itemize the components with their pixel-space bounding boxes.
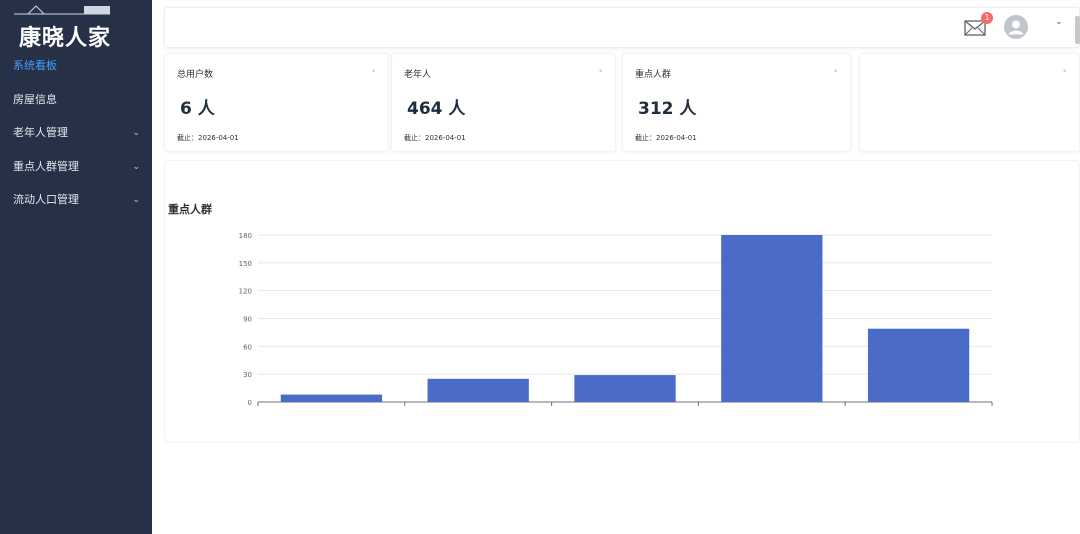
bar-chart: 0 30 60 90 120 150 180: [239, 232, 993, 407]
bar: [574, 375, 676, 402]
stat-value: 312 人: [638, 99, 697, 119]
notification-badge: 1: [981, 12, 993, 24]
sidebar-item-3[interactable]: 重点人群管理 ⌄: [0, 153, 152, 187]
sidebar-item-0[interactable]: 系统看板: [0, 52, 152, 86]
y-tick-label: 180: [239, 232, 252, 240]
logo-bridge-icon: [14, 5, 110, 15]
chevron-down-icon: ⌄: [132, 161, 140, 172]
card-menu-icon: •: [833, 67, 838, 76]
chevron-down-icon: ⌄: [132, 128, 140, 138]
bar: [280, 394, 383, 402]
user-avatar-icon[interactable]: [1004, 15, 1028, 39]
stat-date: 截止：2026-04-01: [404, 134, 466, 142]
bar: [427, 378, 529, 402]
stat-card: 重点人群 312 人截止：2026-04-01 •: [622, 53, 851, 152]
card-menu-icon: •: [371, 67, 376, 76]
scrollbar[interactable]: [1075, 16, 1080, 44]
chart-title: 重点人群: [168, 203, 212, 216]
logo: 康晓人家: [0, 0, 152, 56]
card-menu-icon: •: [598, 67, 603, 76]
stat-value: 464 人: [407, 99, 466, 119]
y-tick-label: 90: [243, 316, 252, 324]
y-tick-label: 30: [243, 371, 252, 379]
y-tick-label: 60: [243, 343, 252, 351]
sidebar-item-4[interactable]: 流动人口管理 ⌄: [0, 186, 152, 220]
app-root: 康晓人家 系统看板房屋信息老年人管理 ⌄ 重点人群管理 ⌄ 流动人口管理 ⌄ 1 ⌄ 总用…: [0, 0, 1080, 534]
stat-card: 老年人 464 人截止：2026-04-01 •: [391, 53, 616, 152]
y-tick-label: 0: [248, 399, 252, 407]
sidebar-item-label: 系统看板: [13, 59, 57, 72]
stat-title: 老年人: [404, 70, 432, 80]
sidebar-item-label: 房屋信息: [13, 92, 57, 106]
stat-title: 重点人群: [635, 70, 672, 80]
sidebar-item-2[interactable]: 老年人管理 ⌄: [0, 119, 152, 153]
sidebar: 康晓人家 系统看板房屋信息老年人管理 ⌄ 重点人群管理 ⌄ 流动人口管理 ⌄: [0, 0, 152, 534]
y-tick-label: 120: [239, 288, 252, 296]
sidebar-item-label: 流动人口管理: [13, 193, 79, 206]
sidebar-menu: 系统看板房屋信息老年人管理 ⌄ 重点人群管理 ⌄ 流动人口管理 ⌄: [0, 52, 152, 220]
chevron-down-icon: ⌄: [132, 195, 140, 205]
sidebar-item-label: 老年人管理: [13, 126, 68, 139]
stat-card: 总用户数 6 人截止：2026-04-01 •: [164, 53, 389, 152]
brand-title: 康晓人家: [19, 26, 112, 51]
stat-date: 截止：2026-04-01: [635, 134, 697, 142]
stat-value: 6 人: [180, 99, 215, 119]
y-tick-label: 150: [239, 260, 252, 268]
stat-date: 截止：2026-04-01: [177, 134, 239, 142]
stat-title: 总用户数: [177, 70, 214, 80]
sidebar-item-1[interactable]: 房屋信息: [0, 86, 152, 120]
top-header: 1 ⌄: [164, 7, 1080, 48]
card-menu-icon: •: [1062, 67, 1067, 76]
chevron-down-icon[interactable]: ⌄: [1055, 17, 1063, 27]
bar: [867, 328, 970, 402]
bar: [721, 235, 823, 402]
stat-card: •: [859, 53, 1080, 152]
sidebar-item-label: 重点人群管理: [13, 159, 79, 173]
